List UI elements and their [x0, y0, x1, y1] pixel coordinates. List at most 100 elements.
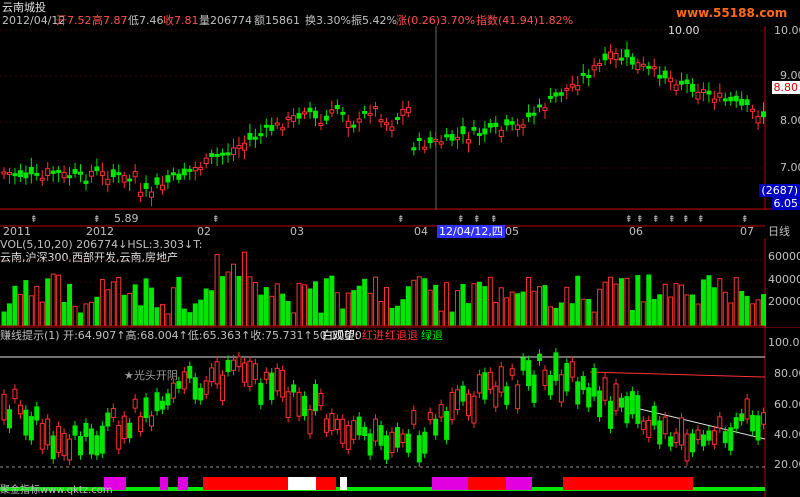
- indicator-bar: [23, 409, 29, 436]
- candle: [138, 191, 144, 197]
- volume-bar: [493, 302, 499, 327]
- indicator-bar: [159, 400, 165, 410]
- candle: [220, 152, 226, 156]
- candle: [56, 169, 62, 174]
- volume-bar: [618, 278, 624, 327]
- candle: [203, 157, 209, 165]
- volume-bar: [531, 290, 537, 327]
- volume-bar: [739, 290, 745, 327]
- candle: [711, 98, 717, 103]
- volume-bar: [187, 312, 193, 327]
- indicator-bar: [269, 372, 275, 400]
- indicator-bar: [433, 418, 439, 436]
- indicator-bar: [509, 368, 515, 376]
- volume-bar: [449, 311, 455, 327]
- period-label[interactable]: 日线: [768, 225, 790, 238]
- volume-bar: [302, 284, 308, 327]
- volume-bar: [520, 291, 526, 327]
- indicator-bar: [711, 430, 717, 445]
- indicator-bar: [597, 390, 603, 418]
- indicator-bar: [61, 432, 67, 457]
- candle: [509, 121, 515, 125]
- volume-bar: [356, 285, 362, 327]
- candle: [465, 138, 471, 144]
- volume-bar: [214, 254, 220, 327]
- price-panel[interactable]: 10.00 5.89 10.00 9.00 8.00 7.00 8.80 (26…: [0, 24, 800, 225]
- volume-bar: [394, 305, 400, 327]
- volume-bar: [706, 275, 712, 327]
- volume-bar: [159, 304, 165, 327]
- indicator-bar: [547, 375, 553, 396]
- indicator-bar: [198, 387, 204, 401]
- indicator-bar: [17, 404, 23, 415]
- volume-bar: [88, 301, 94, 327]
- candle: [165, 175, 171, 183]
- footer-label: 聚金指标www.qktz.com: [0, 485, 113, 496]
- indicator-bar: [225, 359, 231, 373]
- candle: [613, 52, 619, 61]
- volume-bar: [61, 301, 67, 327]
- volume-bar: [755, 299, 761, 327]
- indicator-bar: [72, 425, 78, 436]
- candle: [706, 90, 712, 95]
- volume-bar: [329, 275, 335, 327]
- indicator-bar: [187, 365, 193, 379]
- candle: [263, 124, 269, 128]
- volume-bar: [312, 281, 318, 327]
- indicator-bar: [351, 420, 357, 440]
- indicator-bar: [416, 435, 422, 463]
- volume-bar: [165, 313, 171, 327]
- high-marker: 10.00: [668, 24, 700, 37]
- candle: [755, 116, 761, 124]
- candle: [323, 115, 329, 121]
- stock-title[interactable]: 云南城投: [2, 1, 46, 14]
- indicator-bar: [646, 420, 652, 438]
- indicator-scale: 100.00 80.00 60.00 40.00 20.00: [768, 336, 800, 471]
- indicator-chart[interactable]: [0, 327, 800, 497]
- candle: [411, 147, 417, 151]
- indicator-bar: [460, 385, 466, 402]
- volume-bar: [340, 308, 346, 327]
- volume-bar: [564, 286, 570, 327]
- candle: [444, 134, 450, 138]
- indicator-bar: [127, 422, 133, 439]
- indicator-bar: [307, 409, 313, 435]
- candlestick-chart[interactable]: [0, 26, 800, 210]
- volume-bar: [684, 294, 690, 327]
- volume-bar: [220, 276, 226, 327]
- volume-bar: [307, 288, 313, 327]
- volume-bar: [602, 281, 608, 327]
- indicator-bar: [231, 359, 236, 371]
- indicator-bar: [302, 395, 308, 417]
- indicator-bar: [657, 420, 663, 445]
- candle: [389, 126, 395, 131]
- indicator-panel[interactable]: 赚线提示(1) 开:64.907↑高:68.004↑低:65.363↑收:75.…: [0, 327, 800, 497]
- volume-bar: [537, 286, 542, 327]
- candle: [542, 107, 548, 112]
- candle: [651, 66, 657, 70]
- candle: [547, 95, 553, 99]
- volume-bar: [274, 283, 280, 327]
- indicator-bar: [28, 416, 34, 441]
- volume-bar: [422, 278, 428, 327]
- volume-bar: [411, 279, 417, 327]
- indicator-bar: [192, 377, 198, 400]
- candle: [679, 80, 685, 85]
- volume-bar: [28, 295, 34, 327]
- event-markers[interactable]: ⇞ ⇞ ⇞ ⇞ ⇞ ⇞ ⇞ ⇞ ⇞ ⇞ ⇞ ⇞ ⇞ ⇞: [30, 215, 749, 225]
- candle: [515, 124, 521, 131]
- indicator-bar: [542, 369, 548, 386]
- volume-panel[interactable]: VOL(5,10,20) 206774↓HSL:3.303↓T: 云南,沪深30…: [0, 238, 800, 327]
- candle: [67, 175, 73, 179]
- candle: [209, 153, 215, 157]
- indicator-bar: [608, 400, 614, 429]
- volume-bar: [39, 301, 45, 327]
- indicator-bar: [471, 395, 477, 424]
- volume-chart[interactable]: [0, 238, 800, 327]
- indicator-bar: [613, 383, 619, 412]
- volume-bar: [427, 289, 433, 327]
- indicator-bar: [695, 429, 701, 441]
- indicator-bar: [99, 425, 105, 454]
- indicator-bar: [662, 416, 668, 435]
- volume-bar: [280, 293, 286, 327]
